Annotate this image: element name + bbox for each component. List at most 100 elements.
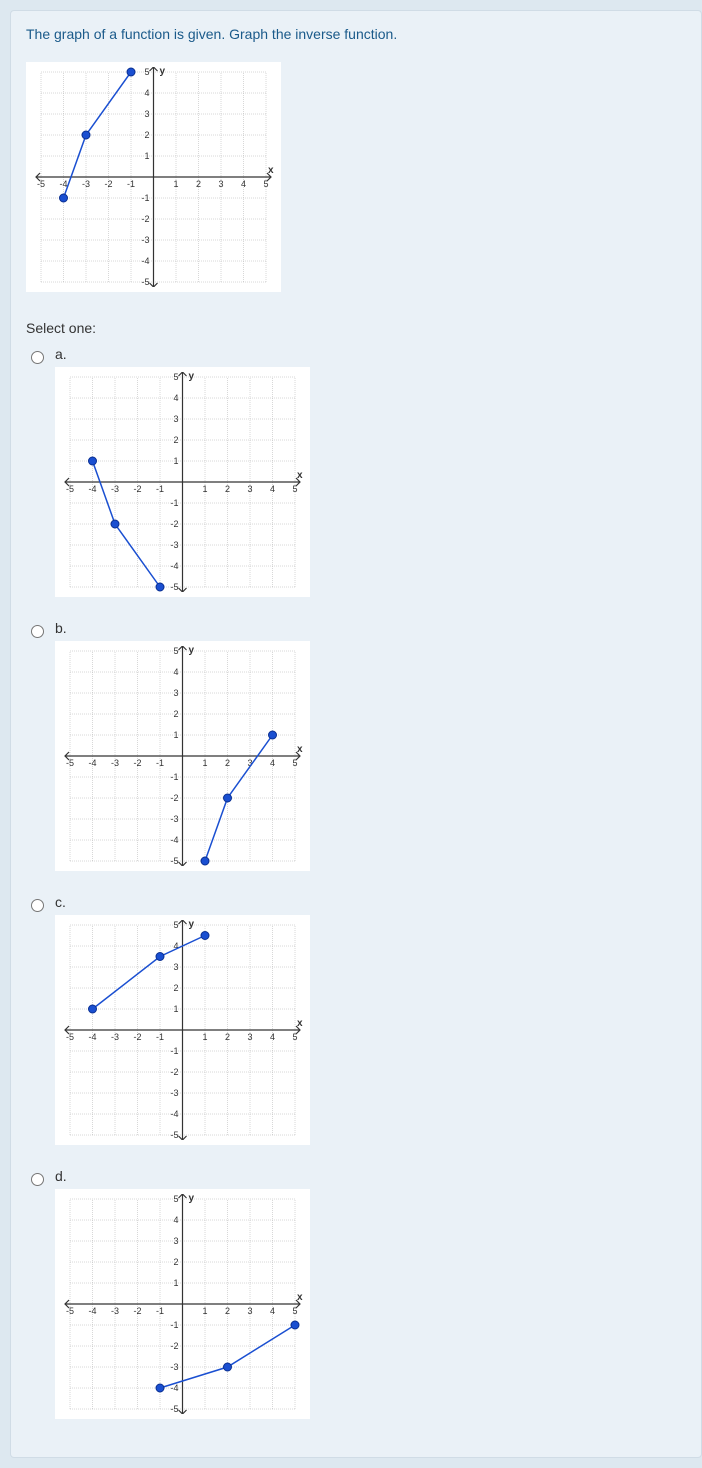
svg-text:3: 3 [144, 109, 149, 119]
option-b-radio[interactable] [31, 625, 44, 638]
svg-text:-4: -4 [170, 561, 178, 571]
svg-text:4: 4 [144, 88, 149, 98]
svg-text:5: 5 [144, 67, 149, 77]
svg-text:-1: -1 [170, 772, 178, 782]
svg-text:1: 1 [202, 1306, 207, 1316]
given-graph: -5-4-3-2-112345-5-4-3-2-112345xy [26, 62, 281, 292]
option-c-radio[interactable] [31, 899, 44, 912]
svg-text:-5: -5 [66, 758, 74, 768]
svg-text:1: 1 [202, 758, 207, 768]
svg-text:2: 2 [225, 1306, 230, 1316]
svg-text:-1: -1 [170, 1320, 178, 1330]
svg-text:-2: -2 [170, 1341, 178, 1351]
question-text: The graph of a function is given. Graph … [26, 26, 686, 42]
svg-text:-4: -4 [141, 256, 149, 266]
svg-text:-5: -5 [170, 1404, 178, 1414]
svg-text:-3: -3 [111, 1306, 119, 1316]
svg-text:-5: -5 [170, 856, 178, 866]
svg-text:-4: -4 [88, 1306, 96, 1316]
option-a-label: a. [55, 346, 310, 362]
svg-text:3: 3 [173, 688, 178, 698]
svg-text:y: y [189, 920, 195, 930]
svg-text:5: 5 [173, 920, 178, 930]
option-d-label: d. [55, 1168, 310, 1184]
svg-text:-2: -2 [170, 519, 178, 529]
svg-text:5: 5 [173, 372, 178, 382]
svg-text:5: 5 [173, 646, 178, 656]
svg-text:2: 2 [173, 435, 178, 445]
svg-text:-3: -3 [141, 235, 149, 245]
option-b-graph: -5-4-3-2-112345-5-4-3-2-112345xy [55, 641, 310, 871]
svg-text:-2: -2 [133, 1032, 141, 1042]
svg-text:-1: -1 [127, 179, 135, 189]
svg-text:-3: -3 [82, 179, 90, 189]
svg-text:-4: -4 [88, 1032, 96, 1042]
svg-text:1: 1 [144, 151, 149, 161]
svg-text:5: 5 [292, 484, 297, 494]
svg-text:x: x [297, 470, 303, 481]
svg-text:3: 3 [173, 414, 178, 424]
svg-text:-2: -2 [104, 179, 112, 189]
svg-text:-1: -1 [141, 193, 149, 203]
svg-text:2: 2 [173, 709, 178, 719]
option-c-graph: -5-4-3-2-112345-5-4-3-2-112345xy [55, 915, 310, 1145]
svg-text:-1: -1 [156, 1032, 164, 1042]
option-c-label: c. [55, 894, 310, 910]
option-a-radio[interactable] [31, 351, 44, 364]
svg-text:-2: -2 [133, 484, 141, 494]
svg-text:y: y [189, 1194, 195, 1204]
svg-text:-4: -4 [59, 179, 67, 189]
svg-text:-5: -5 [170, 1130, 178, 1140]
svg-text:y: y [189, 646, 195, 656]
svg-text:-5: -5 [170, 582, 178, 592]
svg-text:-5: -5 [37, 179, 45, 189]
svg-text:-3: -3 [111, 1032, 119, 1042]
option-d-graph: -5-4-3-2-112345-5-4-3-2-112345xy [55, 1189, 310, 1419]
svg-text:1: 1 [202, 1032, 207, 1042]
svg-text:-1: -1 [156, 484, 164, 494]
svg-text:y: y [189, 372, 195, 382]
svg-text:1: 1 [173, 1004, 178, 1014]
option-d-radio[interactable] [31, 1173, 44, 1186]
svg-text:4: 4 [173, 393, 178, 403]
svg-text:x: x [297, 1292, 303, 1303]
svg-text:-3: -3 [170, 1362, 178, 1372]
option-b-row: b. -5-4-3-2-112345-5-4-3-2-112345xy [26, 620, 686, 886]
svg-text:5: 5 [263, 179, 268, 189]
svg-text:4: 4 [270, 758, 275, 768]
svg-text:-5: -5 [66, 484, 74, 494]
svg-text:-4: -4 [170, 1109, 178, 1119]
svg-text:y: y [160, 67, 166, 77]
svg-text:x: x [268, 165, 274, 176]
svg-text:-2: -2 [133, 758, 141, 768]
svg-text:1: 1 [173, 730, 178, 740]
svg-text:-1: -1 [156, 758, 164, 768]
svg-text:3: 3 [247, 1306, 252, 1316]
svg-text:5: 5 [292, 1306, 297, 1316]
option-b-label: b. [55, 620, 310, 636]
svg-text:4: 4 [270, 484, 275, 494]
svg-text:2: 2 [225, 758, 230, 768]
svg-text:-5: -5 [66, 1032, 74, 1042]
svg-text:1: 1 [173, 1278, 178, 1288]
svg-text:2: 2 [144, 130, 149, 140]
svg-text:3: 3 [218, 179, 223, 189]
svg-text:-3: -3 [170, 814, 178, 824]
svg-text:1: 1 [173, 179, 178, 189]
svg-text:-5: -5 [141, 277, 149, 287]
option-d-row: d. -5-4-3-2-112345-5-4-3-2-112345xy [26, 1168, 686, 1434]
option-a-row: a. -5-4-3-2-112345-5-4-3-2-112345xy [26, 346, 686, 612]
svg-text:-2: -2 [170, 793, 178, 803]
svg-text:4: 4 [173, 1215, 178, 1225]
svg-text:x: x [297, 744, 303, 755]
svg-text:5: 5 [292, 1032, 297, 1042]
svg-text:5: 5 [173, 1194, 178, 1204]
svg-text:-3: -3 [111, 484, 119, 494]
svg-text:-5: -5 [66, 1306, 74, 1316]
svg-text:2: 2 [173, 983, 178, 993]
svg-text:-4: -4 [170, 835, 178, 845]
svg-text:-4: -4 [88, 484, 96, 494]
option-c-row: c. -5-4-3-2-112345-5-4-3-2-112345xy [26, 894, 686, 1160]
question-page: The graph of a function is given. Graph … [10, 10, 702, 1458]
svg-text:1: 1 [202, 484, 207, 494]
